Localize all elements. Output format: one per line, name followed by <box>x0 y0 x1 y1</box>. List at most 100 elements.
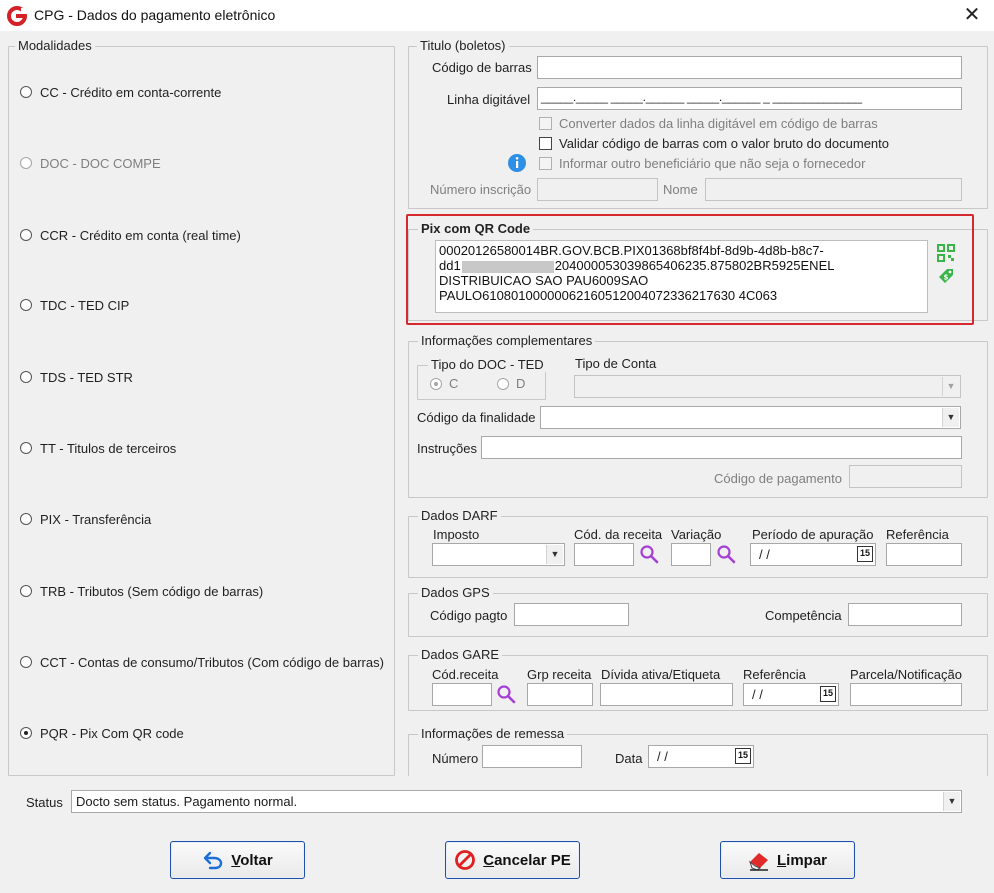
numero-input[interactable] <box>482 745 582 768</box>
tipo-doc-legend: Tipo do DOC - TED <box>428 357 547 372</box>
informar-label: Informar outro beneficiário que não seja… <box>559 156 866 171</box>
calendar-icon[interactable]: 15 <box>857 546 873 562</box>
codigo-barras-label: Código de barras <box>432 60 532 75</box>
radio-button[interactable] <box>20 299 32 311</box>
radio-button[interactable] <box>20 442 32 454</box>
competencia-label: Competência <box>765 608 842 623</box>
limpar-button[interactable]: Limpar <box>720 841 855 879</box>
periodo-apuracao-label: Período de apuração <box>752 527 874 542</box>
data-input[interactable]: / / 15 <box>648 745 754 768</box>
radio-button[interactable] <box>20 86 32 98</box>
cod-receita-input[interactable] <box>574 543 634 566</box>
radio-d <box>497 378 509 390</box>
radio-label-cc: CC - Crédito em conta-corrente <box>40 85 222 100</box>
titulo-legend: Titulo (boletos) <box>417 38 509 53</box>
radio-button[interactable] <box>20 656 32 668</box>
numero-inscricao-input <box>537 178 658 201</box>
periodo-date-value: / / <box>759 547 770 562</box>
variacao-input[interactable] <box>671 543 711 566</box>
codigo-pagto-label: Código pagto <box>430 608 508 623</box>
gare-legend: Dados GARE <box>418 647 503 662</box>
nome-input <box>705 178 962 201</box>
grp-receita-label: Grp receita <box>527 667 592 682</box>
voltar-button[interactable]: Voltar <box>170 841 305 879</box>
radio-button-selected[interactable] <box>20 727 32 739</box>
radio-button <box>20 157 32 169</box>
codigo-pagto-input[interactable] <box>514 603 629 626</box>
imposto-label: Imposto <box>433 527 480 542</box>
radio-button[interactable] <box>20 229 32 241</box>
undo-arrow-icon <box>204 851 223 870</box>
parcela-notificacao-label: Parcela/Notificação <box>850 667 962 682</box>
validar-label: Validar código de barras com o valor bru… <box>559 136 890 151</box>
cancelar-label: Cancelar PE <box>483 851 571 869</box>
referencia-darf-input[interactable] <box>886 543 962 566</box>
gare-referencia-label: Referência <box>743 667 806 682</box>
referencia-darf-label: Referência <box>886 527 949 542</box>
instrucoes-label: Instruções <box>417 441 477 456</box>
calendar-icon[interactable]: 15 <box>735 748 751 764</box>
darf-legend: Dados DARF <box>418 508 501 523</box>
close-button[interactable]: ✕ <box>960 3 984 27</box>
radio-label-pix: PIX - Transferência <box>40 512 152 527</box>
variacao-label: Variação <box>671 527 722 542</box>
codigo-finalidade-label: Código da finalidade <box>417 410 536 425</box>
search-icon[interactable] <box>496 684 516 704</box>
radio-label-ccr: CCR - Crédito em conta (real time) <box>40 228 241 243</box>
chevron-down-icon: ▼ <box>942 377 959 396</box>
radio-button[interactable] <box>20 513 32 525</box>
search-icon[interactable] <box>639 544 659 564</box>
status-label: Status <box>26 795 63 810</box>
periodo-apuracao-input[interactable]: / / 15 <box>750 543 876 566</box>
app-logo-icon <box>7 6 27 26</box>
converter-checkbox <box>539 117 552 130</box>
codigo-pagamento-input <box>849 465 962 488</box>
parcela-notificacao-input[interactable] <box>850 683 962 706</box>
radio-button[interactable] <box>20 585 32 597</box>
nome-label: Nome <box>663 182 698 197</box>
radio-label-cct: CCT - Contas de consumo/Tributos (Com có… <box>40 655 384 670</box>
radio-button[interactable] <box>20 371 32 383</box>
validar-checkbox[interactable] <box>539 137 552 150</box>
imposto-select[interactable]: ▼ <box>432 543 565 566</box>
calendar-icon[interactable]: 15 <box>820 686 836 702</box>
data-label: Data <box>615 751 643 766</box>
divida-ativa-input[interactable] <box>600 683 733 706</box>
gare-cod-receita-label: Cód.receita <box>432 667 499 682</box>
chevron-down-icon[interactable]: ▼ <box>942 408 959 427</box>
search-icon[interactable] <box>716 544 736 564</box>
qr-highlight-box <box>406 214 974 325</box>
radio-c-label: C <box>449 376 459 391</box>
radio-label-tds: TDS - TED STR <box>40 370 133 385</box>
grp-receita-input[interactable] <box>527 683 593 706</box>
tipo-conta-select: ▼ <box>574 375 961 398</box>
tipo-conta-label: Tipo de Conta <box>575 356 657 371</box>
info-compl-legend: Informações complementares <box>418 333 596 348</box>
eraser-icon <box>748 853 768 871</box>
radio-label-doc: DOC - DOC COMPE <box>40 156 161 171</box>
codigo-barras-input[interactable] <box>537 56 962 79</box>
cancelar-pe-button[interactable]: Cancelar PE <box>445 841 580 879</box>
radio-label-tt: TT - Titulos de terceiros <box>40 441 177 456</box>
info-icon[interactable] <box>507 153 527 173</box>
gare-referencia-input[interactable]: / / 15 <box>743 683 839 706</box>
codigo-finalidade-select[interactable]: ▼ <box>540 406 961 429</box>
chevron-down-icon[interactable]: ▼ <box>546 545 563 564</box>
remessa-legend: Informações de remessa <box>418 726 568 741</box>
radio-label-trb: TRB - Tributos (Sem código de barras) <box>40 584 264 599</box>
chevron-down-icon[interactable]: ▼ <box>943 792 960 811</box>
status-value: Docto sem status. Pagamento normal. <box>76 794 298 809</box>
data-value: / / <box>657 749 668 764</box>
linha-digitavel-label: Linha digitável <box>447 92 531 107</box>
modalidades-legend: Modalidades <box>15 38 95 53</box>
divida-ativa-label: Dívida ativa/Etiqueta <box>601 667 721 682</box>
numero-inscricao-label: Número inscrição <box>430 182 532 197</box>
linha-digitavel-input[interactable]: _____._____ _____.______ _____.______ _ … <box>537 87 962 110</box>
gare-cod-receita-input[interactable] <box>432 683 492 706</box>
instrucoes-input[interactable] <box>481 436 962 459</box>
status-select[interactable]: Docto sem status. Pagamento normal. ▼ <box>71 790 962 813</box>
numero-label: Número <box>432 751 479 766</box>
voltar-label: Voltar <box>231 851 273 869</box>
competencia-input[interactable] <box>848 603 962 626</box>
converter-label: Converter dados da linha digitável em có… <box>559 116 878 131</box>
